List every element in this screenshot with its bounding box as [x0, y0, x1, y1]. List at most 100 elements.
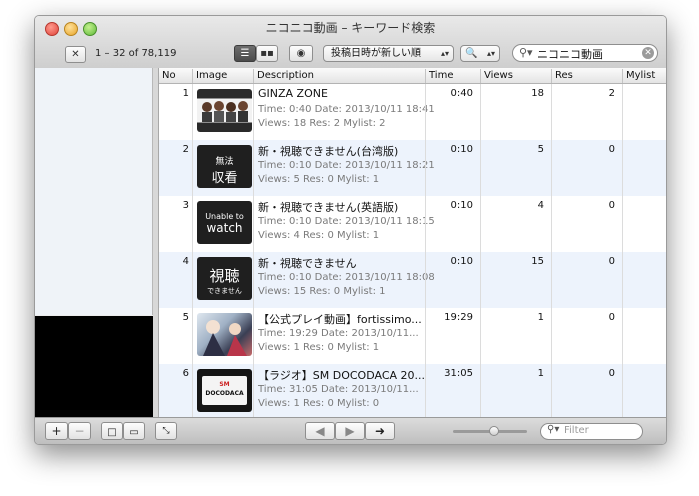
table-row[interactable]: 6 SM DOCODACA 【ラジオ】SM DOCODACA 20... Tim…	[159, 364, 666, 417]
views-cell: 18	[480, 84, 551, 140]
video-meta-line2: Views: 1 Res: 0 Mylist: 0	[258, 398, 380, 409]
thumbnail-text-2: 収看	[211, 171, 238, 186]
clear-search-icon[interactable]: ✕	[642, 47, 654, 59]
video-title[interactable]: 新・視聴できません(英語版)	[258, 199, 398, 215]
row-number: 4	[182, 256, 189, 267]
sort-order-value: 投稿日時が新しい順	[331, 48, 421, 59]
row-number: 6	[182, 368, 189, 379]
column-time[interactable]: Time	[425, 69, 480, 83]
grid-view-button[interactable]: ▪▪	[256, 45, 278, 62]
res-cell: 0	[551, 196, 622, 252]
mylist-cell	[622, 84, 666, 140]
filter-box[interactable]: ⚲▾ Filter	[540, 423, 643, 440]
row-number: 5	[182, 312, 189, 323]
window-title: ニコニコ動画 – キーワード検索	[265, 21, 436, 35]
sidebar-list[interactable]	[35, 68, 153, 315]
people-image-icon	[202, 101, 248, 122]
video-meta-line2: Views: 15 Res: 0 Mylist: 1	[258, 286, 386, 297]
mylist-cell	[622, 308, 666, 364]
column-mylist[interactable]: Mylist	[622, 69, 666, 83]
minus-icon: −	[74, 424, 85, 438]
search-input[interactable]: ニコニコ動画	[537, 46, 603, 62]
video-thumbnail: 視聴 できません	[197, 257, 252, 300]
search-box[interactable]: ⚲▾ ニコニコ動画 ✕	[512, 44, 658, 62]
monitor-icon: ▭	[129, 427, 139, 438]
forward-button[interactable]: ➜	[365, 422, 395, 440]
thumbnail-cell	[192, 308, 253, 364]
back-button[interactable]: ◀	[305, 422, 335, 440]
square-icon: □	[107, 427, 117, 438]
video-thumbnail: SM DOCODACA	[197, 369, 252, 412]
list-icon: ☰	[240, 48, 250, 59]
thumbnail-text-1: 無法	[215, 157, 234, 167]
list-view-button[interactable]: ☰	[234, 45, 256, 62]
description-cell: GINZA ZONE Time: 0:40 Date: 2013/10/11 1…	[253, 84, 435, 140]
table-row[interactable]: 4 視聴 できません 新・視聴できません Time: 0:10 Date: 20…	[159, 252, 666, 308]
table-row[interactable]: 3 Unable to watch 新・視聴できません(英語版) Time: 0…	[159, 196, 666, 252]
search-icon: ⚲▾	[547, 424, 560, 435]
clear-button[interactable]: ✕	[65, 46, 86, 63]
row-number: 2	[182, 144, 189, 155]
time-cell: 0:10	[425, 252, 480, 308]
column-description[interactable]: Description	[253, 69, 425, 83]
table-header: No Image Description Time Views Res Myli…	[159, 68, 666, 84]
remove-button[interactable]: −	[68, 422, 91, 440]
video-title[interactable]: 新・視聴できません(台湾版)	[258, 143, 398, 159]
screen-button[interactable]: ▭	[123, 422, 145, 440]
column-no[interactable]: No	[159, 69, 192, 83]
game-image-icon	[203, 320, 247, 356]
preview-button[interactable]: ◉	[289, 45, 313, 62]
time-cell: 31:05	[425, 364, 480, 417]
thumbnail-text-2: できません	[207, 287, 242, 295]
search-scope-icon: 🔍	[465, 48, 478, 59]
video-thumbnail	[197, 313, 252, 356]
mylist-cell	[622, 364, 666, 417]
bottom-bar: + − □ ▭ ⤡ ◀ ▶ ➜ ⚲▾ Filter	[35, 417, 666, 444]
description-cell: 【公式プレイ動画】fortissimo... Time: 19:29 Date:…	[253, 308, 425, 364]
result-count: 1 – 32 of 78,119	[95, 48, 177, 59]
play-icon: ▶	[345, 424, 355, 438]
video-meta-line2: Views: 4 Res: 0 Mylist: 1	[258, 230, 380, 241]
thumbnail-text-1: SM	[219, 381, 230, 388]
video-meta-line1: Time: 0:40 Date: 2013/10/11 18:41	[258, 104, 435, 115]
zoom-slider-knob[interactable]	[489, 426, 499, 436]
search-field-select[interactable]: 🔍 ▴▾	[460, 45, 500, 62]
video-meta-line1: Time: 31:05 Date: 2013/10/11...	[258, 384, 419, 395]
search-icon: ⚲▾	[519, 46, 533, 59]
add-button[interactable]: +	[45, 422, 68, 440]
video-title[interactable]: 【公式プレイ動画】fortissimo...	[258, 311, 422, 327]
play-button[interactable]: ▶	[335, 422, 365, 440]
table-row[interactable]: 2 無法 収看 新・視聴できません(台湾版) Time: 0:10 Date: …	[159, 140, 666, 196]
thumbnail-cell	[192, 84, 253, 140]
column-res[interactable]: Res	[551, 69, 622, 83]
column-image[interactable]: Image	[192, 69, 253, 83]
sort-order-select[interactable]: 投稿日時が新しい順 ▴▾	[323, 45, 454, 62]
views-cell: 1	[480, 308, 551, 364]
thumbnail-text-1: Unable to	[205, 212, 244, 221]
main-window: ニコニコ動画 – キーワード検索 ✕ 1 – 32 of 78,119 ☰ ▪▪…	[34, 15, 667, 445]
zoom-slider[interactable]	[453, 426, 527, 436]
chevron-updown-icon: ▴▾	[440, 49, 449, 58]
video-title[interactable]: 新・視聴できません	[258, 255, 357, 271]
grid-icon: ▪▪	[260, 48, 274, 59]
table-row[interactable]: 5 【公式プレイ動画】fortissimo... Time: 19:29 Dat…	[159, 308, 666, 364]
video-title[interactable]: 【ラジオ】SM DOCODACA 20...	[258, 367, 425, 383]
thumbnail-cell: 視聴 できません	[192, 252, 253, 308]
column-views[interactable]: Views	[480, 69, 551, 83]
row-number: 1	[182, 88, 189, 99]
description-cell: 新・視聴できません(台湾版) Time: 0:10 Date: 2013/10/…	[253, 140, 435, 196]
table-row[interactable]: 1 GINZA ZONE Time: 0:40 Date: 2013/10/11…	[159, 84, 666, 140]
thumbnail-text-1: 視聴	[209, 267, 240, 285]
close-icon: ✕	[71, 49, 80, 60]
time-cell: 0:10	[425, 196, 480, 252]
description-cell: 新・視聴できません(英語版) Time: 0:10 Date: 2013/10/…	[253, 196, 435, 252]
video-thumbnail: 無法 収看	[197, 145, 252, 188]
time-cell: 0:10	[425, 140, 480, 196]
single-pane-button[interactable]: □	[101, 422, 123, 440]
video-title[interactable]: GINZA ZONE	[258, 87, 328, 100]
filter-input[interactable]: Filter	[564, 425, 589, 436]
thumbnail-text-2: watch	[206, 221, 243, 235]
thumbnail-text-2: DOCODACA	[205, 390, 244, 397]
video-meta-line2: Views: 18 Res: 2 Mylist: 2	[258, 118, 386, 129]
fit-button[interactable]: ⤡	[155, 422, 177, 440]
